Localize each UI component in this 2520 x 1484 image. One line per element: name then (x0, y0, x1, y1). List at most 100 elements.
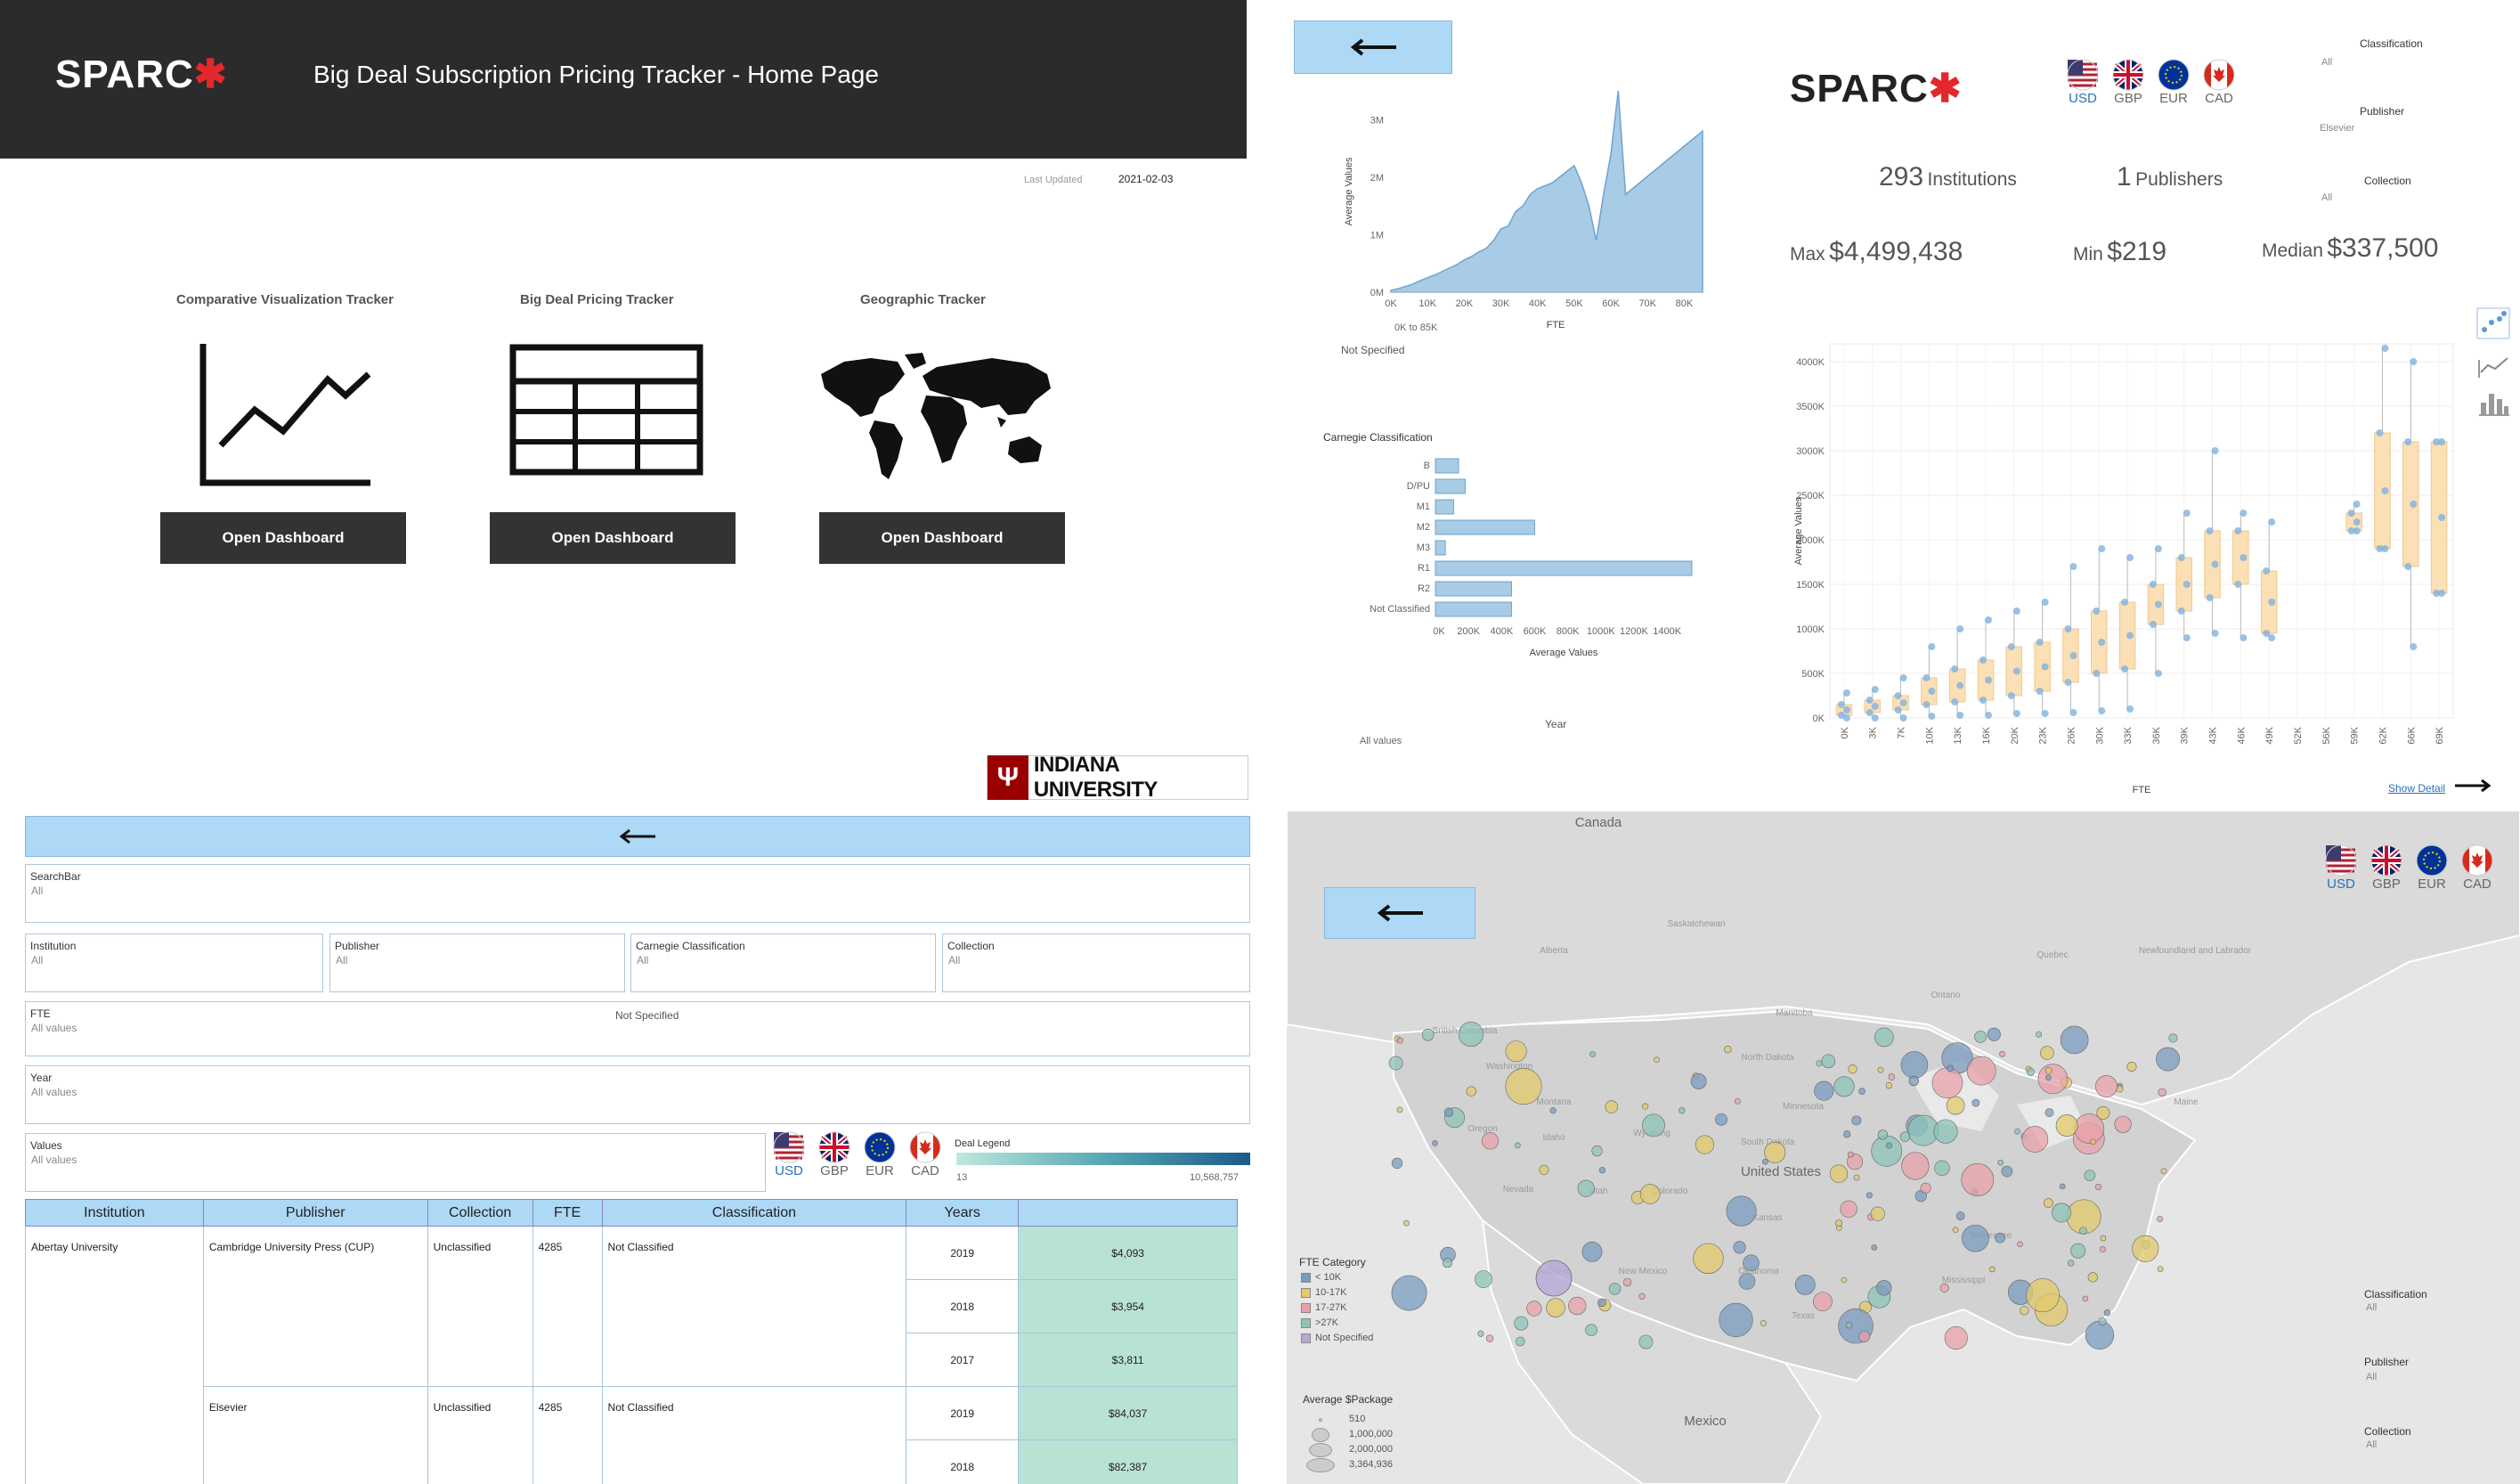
data-point (2007, 643, 2015, 650)
column-header-publisher[interactable]: Publisher (202, 1199, 428, 1227)
column-header-institution[interactable]: Institution (25, 1199, 204, 1227)
legend-label: 17-27K (1315, 1302, 1347, 1313)
y-tick-label: 1M (1370, 230, 1384, 241)
currency-gbp-button[interactable]: GBP (2369, 844, 2404, 893)
column-header-years[interactable]: Years (906, 1199, 1020, 1227)
fte-legend-item[interactable]: < 10K (1301, 1272, 1341, 1283)
currency-cad-button[interactable]: CAD (2459, 844, 2495, 893)
arrow-right-icon[interactable] (2453, 779, 2492, 793)
value-cell: $84,037 (1018, 1386, 1238, 1440)
back-button[interactable] (1294, 20, 1452, 74)
x-tick-label: 13K (1953, 726, 1963, 744)
institution-marker (1388, 1056, 1403, 1071)
column-header-value[interactable] (1018, 1199, 1238, 1227)
value-cell: $3,954 (1018, 1279, 1238, 1333)
collection-filter[interactable]: Collection All (942, 934, 1250, 992)
fte-legend-item[interactable]: 10-17K (1301, 1287, 1346, 1298)
collection-filter-value[interactable]: All (2366, 1439, 2377, 1450)
open-dashboard-button-pricing[interactable]: Open Dashboard (490, 512, 736, 564)
x-tick-label: 56K (2321, 726, 2332, 744)
classification-filter-value[interactable]: All (2366, 1302, 2377, 1313)
size-label: 1,000,000 (1349, 1429, 1393, 1439)
fte-legend-item[interactable]: 17-27K (1301, 1302, 1346, 1313)
deal-legend-min: 13 (956, 1172, 968, 1183)
institution-marker (1908, 1075, 1919, 1087)
values-filter[interactable]: Values All values (25, 1133, 766, 1192)
data-point (2381, 345, 2389, 352)
card-title-geographic: Geographic Tracker (860, 292, 986, 307)
institution-marker (1997, 1159, 2004, 1166)
institution-marker (1866, 1192, 1873, 1199)
currency-usd-button[interactable]: USD (2323, 844, 2359, 893)
currency-eur-button[interactable]: EUR (862, 1131, 898, 1179)
open-dashboard-button-comparative[interactable]: Open Dashboard (160, 512, 406, 564)
institution-marker (1877, 1129, 1889, 1140)
currency-usd-button[interactable]: USD (2065, 59, 2101, 107)
data-point (2121, 665, 2129, 673)
home-header: SPARC✱ Big Deal Subscription Pricing Tra… (0, 0, 1247, 159)
line-icon[interactable] (2478, 357, 2508, 378)
data-point (1842, 689, 1850, 697)
fte-slider-label[interactable]: 0K to 85K (1394, 322, 1437, 333)
currency-gbp-button[interactable]: GBP (817, 1131, 852, 1179)
bar-icon[interactable] (2479, 394, 2509, 416)
back-button[interactable] (1324, 887, 1475, 939)
data-point (2268, 518, 2276, 526)
y-tick-label: 3500K (1796, 402, 1825, 412)
scatter-icon[interactable] (2476, 307, 2510, 339)
fte-boxplot-chart: 0K500K1000K1500K2000K2500K3000K3500K4000… (1793, 343, 2454, 795)
data-point (2211, 630, 2219, 637)
data-point (2211, 447, 2219, 454)
currency-label: USD (2069, 91, 2097, 106)
table-row[interactable]: Elsevier Unclassified 4285 Not Classifie… (26, 1386, 1238, 1484)
currency-eur-button[interactable]: EUR (2414, 844, 2450, 893)
open-dashboard-button-geographic[interactable]: Open Dashboard (819, 512, 1065, 564)
institution-marker (2158, 1088, 2166, 1097)
column-header-collection[interactable]: Collection (427, 1199, 533, 1227)
currency-gbp-button[interactable]: GBP (2110, 59, 2146, 107)
data-point (2410, 501, 2418, 508)
table-row[interactable]: Abertay University Cambridge University … (25, 1226, 1238, 1484)
fte-filter[interactable]: FTE All values Not Specified (25, 1001, 1250, 1056)
classification-filter-value[interactable]: All (2321, 57, 2332, 68)
year-filter-value[interactable]: All values (1360, 736, 1402, 746)
institution-marker (2084, 1170, 2096, 1182)
collection-filter-label: Collection (2364, 1425, 2411, 1438)
publisher-filter-value[interactable]: Elsevier (2320, 123, 2354, 134)
publisher-filter-value[interactable]: All (2366, 1372, 2377, 1382)
carnegie-filter[interactable]: Carnegie Classification All (630, 934, 936, 992)
arrow-left-icon (1377, 904, 1423, 922)
view-switcher (2476, 307, 2510, 416)
show-detail-link[interactable]: Show Detail (2388, 782, 2445, 795)
sparc-logo: SPARC✱ (1790, 67, 1963, 110)
currency-cad-button[interactable]: CAD (2201, 59, 2237, 107)
institution-marker (2095, 1075, 2118, 1097)
data-point (2121, 599, 2129, 606)
institution-marker (1605, 1100, 1619, 1113)
back-button[interactable] (25, 816, 1250, 857)
year-filter[interactable]: Year All values (25, 1065, 1250, 1124)
data-point (2012, 607, 2020, 615)
institution-marker (1813, 1292, 1833, 1311)
year-cell: 2018 (906, 1439, 1020, 1484)
fte-legend-item[interactable]: >27K (1301, 1317, 1338, 1328)
collection-filter-value[interactable]: All (2321, 192, 2332, 203)
year-cell: 2019 (906, 1386, 1020, 1440)
x-tick-label: 7K (1897, 726, 1907, 738)
publisher-cell: Cambridge University Press (CUP) (202, 1226, 428, 1387)
currency-cad-button[interactable]: CAD (907, 1131, 943, 1179)
column-header-classification[interactable]: Classification (601, 1199, 907, 1227)
column-header-fte[interactable]: FTE (532, 1199, 603, 1227)
data-point (2206, 527, 2214, 534)
publisher-filter-label: Publisher (2360, 105, 2405, 118)
data-point (2183, 634, 2191, 641)
currency-eur-button[interactable]: EUR (2156, 59, 2191, 107)
publisher-filter[interactable]: Publisher All (329, 934, 625, 992)
currency-usd-button[interactable]: USD (771, 1131, 807, 1179)
data-point (1979, 656, 1987, 664)
median-stat: Median $337,500 (2262, 233, 2439, 263)
fte-legend-item[interactable]: Not Specified (1301, 1333, 1373, 1343)
year-cell: 2018 (906, 1279, 1020, 1333)
institution-filter[interactable]: Institution All (25, 934, 323, 992)
searchbar-filter[interactable]: SearchBar All (25, 864, 1250, 923)
